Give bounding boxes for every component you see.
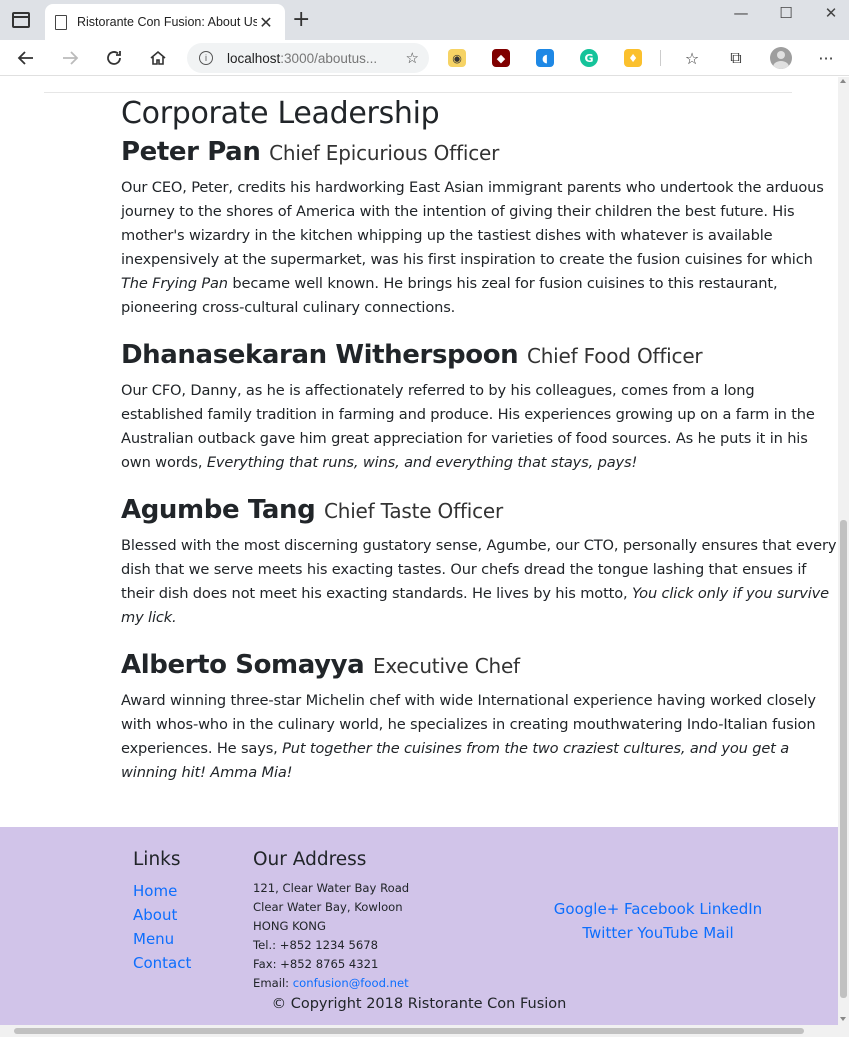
collections-icon[interactable]: ⧉ xyxy=(724,46,748,70)
leader-designation: Chief Taste Officer xyxy=(323,499,504,523)
footer-links-title: Links xyxy=(133,849,181,870)
leadership-section: Corporate Leadership Peter Pan Chief Epi… xyxy=(121,95,838,803)
footer-link-menu[interactable]: Menu xyxy=(133,927,191,951)
footer-address: Our Address 121, Clear Water Bay Road Cl… xyxy=(253,849,409,993)
new-tab-icon[interactable]: + xyxy=(292,9,310,31)
leader-item: Dhanasekaran Witherspoon Chief Food Offi… xyxy=(121,338,838,475)
leader-heading: Peter Pan Chief Epicurious Officer xyxy=(121,135,838,170)
home-icon[interactable] xyxy=(146,46,170,70)
footer: Links Home About Menu Contact Our Addres… xyxy=(0,827,838,1025)
horizontal-scroll-thumb[interactable] xyxy=(14,1028,804,1034)
vertical-scroll-thumb[interactable] xyxy=(840,520,847,998)
ublock-icon[interactable]: ◆ xyxy=(492,49,510,67)
drop-extension-icon[interactable]: ◖ xyxy=(536,49,554,67)
maximize-button[interactable]: ☐ xyxy=(763,4,809,22)
leader-description: Our CFO, Danny, as he is affectionately … xyxy=(121,382,815,471)
phone-line: Tel.: +852 1234 5678 xyxy=(253,938,378,952)
profile-icon[interactable] xyxy=(770,47,792,69)
scrollbar-corner xyxy=(838,1025,849,1037)
leader-item: Agumbe Tang Chief Taste Officer Blessed … xyxy=(121,493,838,630)
leader-description: Our CEO, Peter, credits his hardworking … xyxy=(121,179,824,316)
close-icon[interactable]: ✕ xyxy=(257,13,275,32)
address-line: 121, Clear Water Bay Road xyxy=(253,881,410,895)
extension-icon[interactable]: ◉ xyxy=(448,49,466,67)
footer-link-home[interactable]: Home xyxy=(133,879,191,903)
scroll-up-icon[interactable] xyxy=(840,79,846,83)
social-links: Google+ Facebook LinkedIn Twitter YouTub… xyxy=(540,897,776,945)
leader-item: Alberto Somayya Executive Chef Award win… xyxy=(121,648,838,785)
footer-link-about[interactable]: About xyxy=(133,903,191,927)
leader-name: Agumbe Tang xyxy=(121,495,316,525)
footer-link-contact[interactable]: Contact xyxy=(133,951,191,975)
vertical-scrollbar[interactable] xyxy=(838,77,849,1025)
email-link[interactable]: confusion@food.net xyxy=(293,976,409,990)
leader-name: Dhanasekaran Witherspoon xyxy=(121,340,519,370)
fax-line: Fax: +852 8765 4321 xyxy=(253,957,379,971)
forward-icon[interactable] xyxy=(58,46,82,70)
divider xyxy=(44,92,792,93)
browser-tab-bar: Ristorante Con Fusion: About Us ✕ + — ☐ … xyxy=(0,0,849,40)
leader-designation: Chief Food Officer xyxy=(526,344,703,368)
social-link-google[interactable]: Google+ xyxy=(554,900,619,918)
url-text[interactable]: localhost:3000/aboutus... xyxy=(227,51,406,66)
tab-title: Ristorante Con Fusion: About Us xyxy=(77,15,257,29)
scroll-down-icon[interactable] xyxy=(840,1017,846,1021)
leader-heading: Dhanasekaran Witherspoon Chief Food Offi… xyxy=(121,338,838,373)
horizontal-scrollbar[interactable] xyxy=(0,1025,838,1037)
page-viewport: Corporate Leadership Peter Pan Chief Epi… xyxy=(0,77,838,1025)
minimize-button[interactable]: — xyxy=(718,4,764,22)
leader-item: Peter Pan Chief Epicurious Officer Our C… xyxy=(121,135,838,320)
social-link-mail[interactable]: Mail xyxy=(703,924,733,942)
leader-designation: Chief Epicurious Officer xyxy=(269,141,500,165)
add-favorite-icon[interactable]: ☆ xyxy=(406,49,419,67)
browser-toolbar: i localhost:3000/aboutus... ☆ ◉ ◆ ◖ G ♦ … xyxy=(0,40,849,76)
more-icon[interactable]: ··· xyxy=(814,46,838,70)
copyright-text: © Copyright 2018 Ristorante Con Fusion xyxy=(271,996,567,1012)
email-line: Email: confusion@food.net xyxy=(253,976,409,990)
leader-description: Award winning three-star Michelin chef w… xyxy=(121,692,816,781)
leader-heading: Alberto Somayya Executive Chef xyxy=(121,648,838,683)
footer-address-title: Our Address xyxy=(253,849,367,870)
social-link-facebook[interactable]: Facebook xyxy=(624,900,694,918)
leader-description: Blessed with the most discerning gustato… xyxy=(121,537,837,626)
info-icon[interactable]: i xyxy=(199,51,213,65)
leader-name: Alberto Somayya xyxy=(121,650,365,680)
leader-heading: Agumbe Tang Chief Taste Officer xyxy=(121,493,838,528)
social-link-twitter[interactable]: Twitter xyxy=(582,924,632,942)
leader-designation: Executive Chef xyxy=(372,654,520,678)
social-link-youtube[interactable]: YouTube xyxy=(637,924,698,942)
toolbar-divider xyxy=(660,50,661,66)
address-line: Clear Water Bay, Kowloon xyxy=(253,900,403,914)
address-bar[interactable]: i localhost:3000/aboutus... ☆ xyxy=(187,43,429,73)
browser-tab[interactable]: Ristorante Con Fusion: About Us ✕ xyxy=(45,4,285,40)
social-link-linkedin[interactable]: LinkedIn xyxy=(699,900,762,918)
tab-actions-icon[interactable] xyxy=(12,12,30,28)
page-icon xyxy=(55,14,67,30)
leader-name: Peter Pan xyxy=(121,137,261,167)
refresh-icon[interactable] xyxy=(102,46,126,70)
favorites-icon[interactable]: ☆ xyxy=(680,46,704,70)
flame-extension-icon[interactable]: ♦ xyxy=(624,49,642,67)
grammarly-icon[interactable]: G xyxy=(580,49,598,67)
address-line: HONG KONG xyxy=(253,919,326,933)
footer-links: Links Home About Menu Contact xyxy=(133,849,191,975)
back-icon[interactable] xyxy=(14,46,38,70)
section-title: Corporate Leadership xyxy=(121,96,440,131)
close-window-button[interactable]: ✕ xyxy=(808,4,849,22)
